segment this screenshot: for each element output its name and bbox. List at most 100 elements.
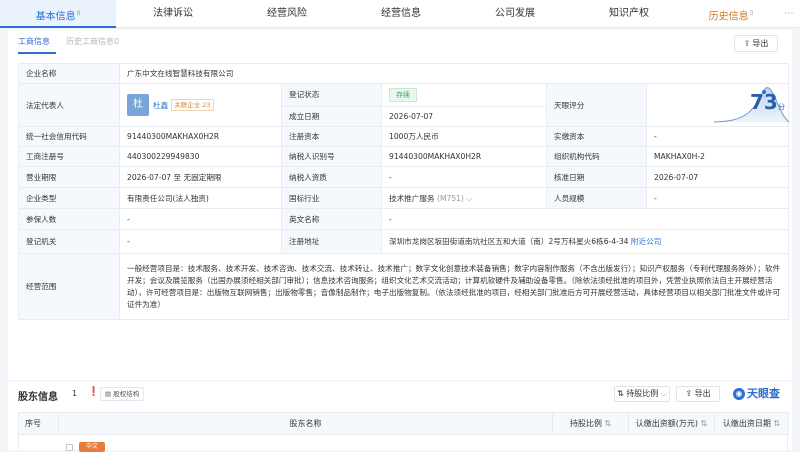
en-name-value: - [380,208,790,230]
en-name-label: 英文名称 [281,208,382,230]
industry-value: 技术推广服务 [389,193,435,203]
related-companies-badge[interactable]: 关联企业 23 [171,99,214,111]
tab-legal-label: 法律诉讼 [153,8,193,19]
term-value: 2026-07-07 至 无固定期限 [119,166,282,188]
credit-code-label: 统一社会信用代码 [18,126,120,147]
legal-rep-label: 法定代表人 [18,83,120,127]
col-header-ratio-label: 持股比例 [569,419,602,428]
nearby-companies-link[interactable]: 附近公司 [631,237,661,246]
address-cell: 深圳市龙岗区坂田街道南坑社区五和大道（南）2号万科星火6栋6-4-34 附近公司 [380,229,790,254]
scope-value: 一般经营项目是：技术服务、技术开发、技术咨询、技术交流、技术转让、技术推广；数字… [118,253,790,320]
col-header-ratio[interactable]: 持股比例 ⇅ [552,412,629,435]
staff-value: - [645,187,790,209]
paid-capital-label: 实缴资本 [546,126,647,147]
tab-basic-info[interactable]: 基本信息8 [0,0,116,28]
sort-icon: ⇅ [700,419,708,428]
tab-risk-label: 经营风险 [267,8,307,19]
tab-history-label: 历史信息 [708,11,749,23]
chart-icon: ▤ [105,390,112,398]
business-info-card: 工商信息 历史工商信息0 ⇪ 导出 企业名称 广东中文在线智慧科技有限公司 法定代… [8,30,792,380]
col-header-date[interactable]: 认缴出资日期 ⇅ [714,412,789,435]
shareholders-title: 股东信息 [18,392,58,403]
tab-development[interactable]: 公司发展 [458,0,572,28]
score-value: 73 [750,90,778,114]
subtab-history-business-info[interactable]: 历史工商信息0 [66,36,119,47]
shareholders-export-label: 导出 [694,389,711,398]
tab-history[interactable]: 历史信息3 ⋯ [686,0,794,28]
company-name-value: 广东中文在线智慧科技有限公司 [118,63,790,84]
reg-no-value: 440300229949830 [119,146,282,167]
taxpayer-id-value: 91440300MAKHAX0H2R [381,146,547,167]
address-label: 注册地址 [281,229,382,254]
industry-cell[interactable]: 技术推广服务 (M751) ⌵ [381,187,547,209]
approve-date-value: 2026-07-07 [645,166,790,188]
score-unit: 分 [778,103,785,111]
taxpayer-qual-value: - [381,166,547,188]
authority-value: - [119,229,282,254]
chevron-down-icon: ⌵ [660,389,667,398]
score-label: 天眼评分 [546,83,647,127]
tab-basic-info-count: 8 [76,10,81,17]
taxpayer-id-label: 纳税人识别号 [281,146,382,167]
company-type-label: 企业类型 [18,187,120,209]
paid-capital-value: - [645,126,790,147]
subtab-history-count: 0 [114,37,120,46]
col-header-index: 序号 [18,412,59,435]
score-box: 73 分 [654,84,790,126]
status-badge: 存续 [389,87,417,102]
export-label: 导出 [752,39,769,48]
more-icon[interactable]: ⋯ [784,9,794,19]
tianyancha-logo-text: 天眼查 [747,387,780,400]
equity-structure-button[interactable]: ▤ 股权结构 [100,387,145,401]
insured-value: - [119,208,282,230]
shareholders-card: 股东信息 1 ❗ ▤ 股权结构 ⇅ 持股比例 ⌵ ⇪ 导出 ◉ 天眼查 序号 股东… [8,382,792,452]
insured-label: 参保人数 [18,208,120,230]
shareholder-logo-chip: 中文 [79,442,105,452]
org-code-label: 组织机构代码 [546,146,647,167]
col-header-amount-label: 认缴出资额(万元) [635,419,698,428]
tab-development-label: 公司发展 [495,8,535,19]
ratio-sort-button[interactable]: ⇅ 持股比例 ⌵ [614,386,670,402]
equity-structure-label: 股权结构 [113,390,140,398]
export-icon: ⇪ [685,389,693,398]
legal-rep-cell: 杜杜鑫 关联企业 23 [119,83,282,127]
info-icon: ❗ [88,387,100,397]
approve-date-label: 核准日期 [546,166,647,188]
taxpayer-qual-label: 纳税人资质 [281,166,382,188]
subtab-business-info[interactable]: 工商信息 [18,36,50,47]
credit-code-value: 91440300MAKHAX0H2R [119,126,282,147]
industry-code: (M751) [436,193,464,203]
sort-icon: ⇅ [617,389,624,398]
col-header-date-label: 认缴出资日期 [722,419,771,428]
tab-ip[interactable]: 知识产权 [572,0,686,28]
tianyancha-logo: ◉ 天眼查 [733,385,780,401]
business-info-table: 企业名称 广东中文在线智慧科技有限公司 法定代表人 杜杜鑫 关联企业 23 登记状… [18,63,790,320]
legal-rep-name-link[interactable]: 杜鑫 [153,101,168,110]
reg-capital-value: 1000万人民币 [381,126,547,147]
avatar[interactable]: 杜 [127,94,149,116]
tianyancha-logo-icon: ◉ [733,388,745,400]
reg-status-label: 登记状态 [281,83,382,107]
shareholders-table: 序号 股东名称 持股比例 ⇅ 认缴出资额(万元) ⇅ 认缴出资日期 ⇅ [18,412,789,435]
est-date-label: 成立日期 [281,105,382,128]
export-icon: ⇪ [743,39,751,48]
industry-label: 国标行业 [281,187,382,209]
table-header-row: 序号 股东名称 持股比例 ⇅ 认缴出资额(万元) ⇅ 认缴出资日期 ⇅ [18,412,789,435]
company-type-value: 有限责任公司(法人独资) [119,187,282,209]
tab-risk[interactable]: 经营风险 [230,0,344,28]
term-label: 营业期限 [18,166,120,188]
tab-operation-label: 经营信息 [381,8,421,19]
export-button[interactable]: ⇪ 导出 [734,35,778,52]
tab-legal[interactable]: 法律诉讼 [116,0,230,28]
reg-capital-label: 注册资本 [281,126,382,147]
col-header-amount[interactable]: 认缴出资额(万元) ⇅ [628,412,715,435]
sub-tab-bar: 工商信息 历史工商信息0 ⇪ 导出 [8,30,792,56]
score-cell[interactable]: 73 分 [645,83,790,127]
shareholders-export-button[interactable]: ⇪ 导出 [676,386,720,402]
subtab-history-label: 历史工商信息 [66,37,114,46]
table-row: 中文 [18,434,788,452]
reg-status-cell: 存续 [381,83,547,107]
tab-operation[interactable]: 经营信息 [344,0,458,28]
chevron-down-icon: ⌵ [466,193,473,203]
subtab-underline [18,52,56,54]
